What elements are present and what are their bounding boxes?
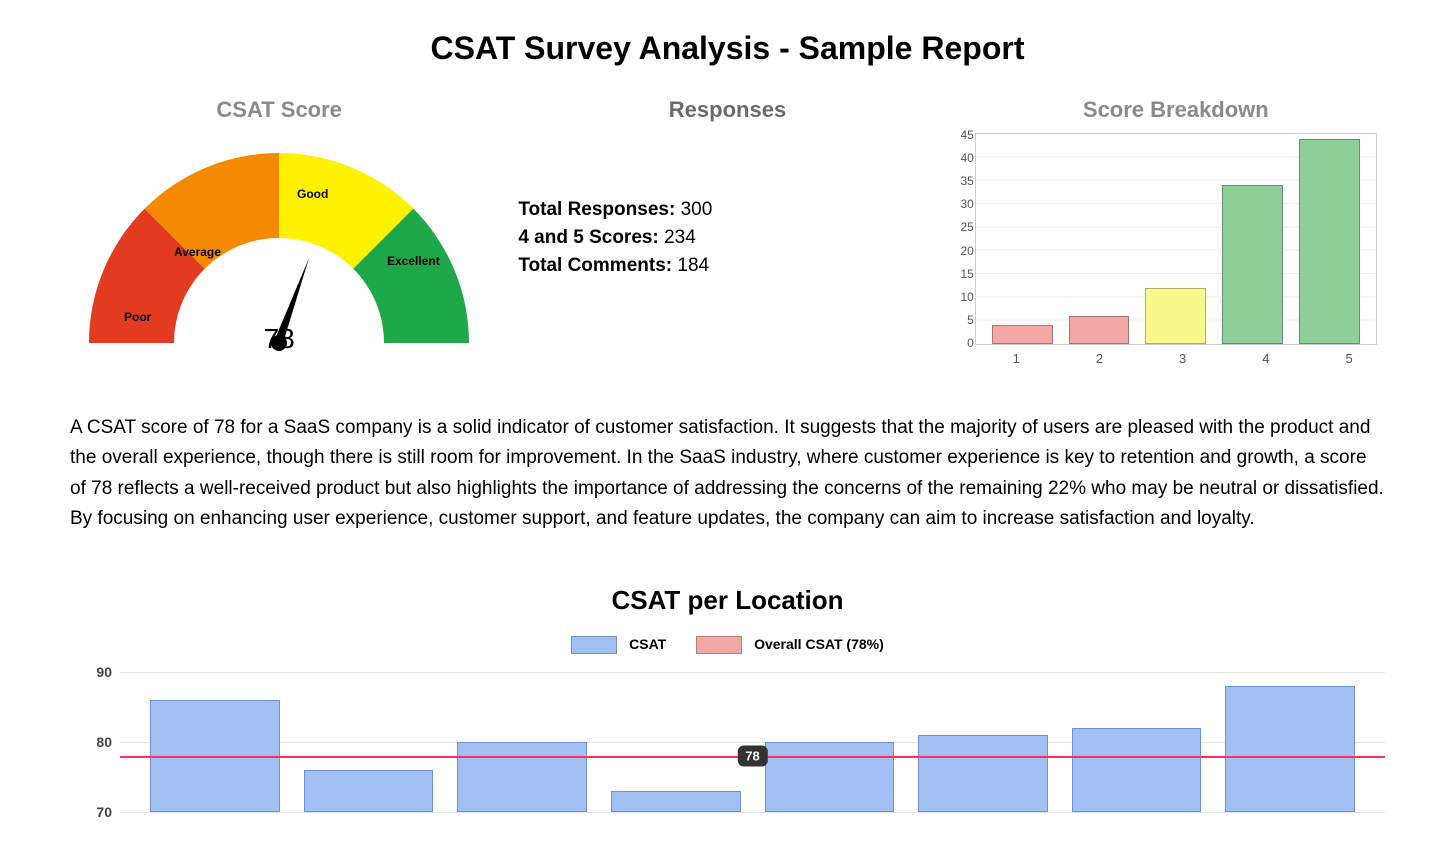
score-breakdown-chart: 454035302520151050 bbox=[975, 133, 1377, 345]
legend-swatch-red-icon bbox=[696, 636, 742, 654]
sb-x-tick: 2 bbox=[1066, 351, 1133, 366]
kv-label: 4 and 5 Scores: bbox=[518, 227, 658, 248]
report-page: { "title": "CSAT Survey Analysis - Sampl… bbox=[0, 0, 1455, 852]
sb-x-tick: 4 bbox=[1232, 351, 1299, 366]
sb-bar-3 bbox=[1145, 288, 1206, 344]
loc-bar-8 bbox=[1225, 686, 1355, 812]
sb-y-tick: 10 bbox=[946, 290, 974, 304]
loc-y-tick: 80 bbox=[82, 734, 112, 750]
csat-gauge: Poor Average Good Excellent 78 bbox=[79, 133, 479, 373]
legend-item-overall: Overall CSAT (78%) bbox=[696, 636, 884, 654]
loc-y-tick: 70 bbox=[82, 804, 112, 820]
sb-y-tick: 25 bbox=[946, 220, 974, 234]
gauge-score-value: 78 bbox=[79, 323, 479, 355]
sb-bar-1 bbox=[992, 325, 1053, 344]
gauge-label-average: Average bbox=[174, 245, 221, 259]
sb-y-tick: 5 bbox=[946, 313, 974, 327]
loc-bar-2 bbox=[304, 770, 434, 812]
gauge-label-good: Good bbox=[297, 187, 328, 201]
score-breakdown-panel: Score Breakdown 454035302520151050 1 2 3 4 5 bbox=[967, 97, 1385, 366]
location-title: CSAT per Location bbox=[70, 585, 1385, 616]
sb-y-tick: 40 bbox=[946, 151, 974, 165]
sb-bar-2 bbox=[1069, 316, 1130, 344]
kv-4-5-scores: 4 and 5 Scores: 234 bbox=[518, 227, 936, 249]
analysis-paragraph: A CSAT score of 78 for a SaaS company is… bbox=[70, 413, 1385, 535]
loc-bar-5 bbox=[765, 742, 895, 812]
location-legend: CSAT Overall CSAT (78%) bbox=[70, 636, 1385, 654]
loc-bar-4 bbox=[611, 791, 741, 812]
kv-total-responses: Total Responses: 300 bbox=[518, 199, 936, 221]
responses-title: Responses bbox=[518, 97, 936, 123]
gauge-title: CSAT Score bbox=[70, 97, 488, 123]
gauge-label-poor: Poor bbox=[124, 310, 152, 324]
responses-panel: Responses Total Responses: 300 4 and 5 S… bbox=[518, 97, 936, 283]
loc-y-tick: 90 bbox=[82, 664, 112, 680]
legend-label: CSAT bbox=[629, 636, 666, 652]
loc-bar-7 bbox=[1072, 728, 1202, 812]
sb-bars bbox=[976, 134, 1376, 344]
sb-y-tick: 15 bbox=[946, 267, 974, 281]
kv-total-comments: Total Comments: 184 bbox=[518, 255, 936, 277]
reference-badge: 78 bbox=[737, 745, 767, 766]
loc-bar-3 bbox=[457, 742, 587, 812]
legend-label: Overall CSAT (78%) bbox=[754, 636, 884, 652]
gauge-label-excellent: Excellent bbox=[387, 254, 440, 268]
sb-bar-5 bbox=[1299, 139, 1360, 344]
loc-bar-6 bbox=[918, 735, 1048, 812]
legend-swatch-blue-icon bbox=[571, 636, 617, 654]
sb-y-tick: 20 bbox=[946, 244, 974, 258]
top-panels: CSAT Score Poor Average Good Excellent 7 bbox=[70, 97, 1385, 373]
kv-value: 184 bbox=[677, 255, 709, 276]
sb-x-tick: 5 bbox=[1315, 351, 1382, 366]
loc-y-axis: 90 80 70 bbox=[82, 664, 112, 820]
legend-item-csat: CSAT bbox=[571, 636, 666, 654]
kv-label: Total Responses: bbox=[518, 199, 675, 220]
sb-y-tick: 35 bbox=[946, 174, 974, 188]
sb-y-tick: 30 bbox=[946, 197, 974, 211]
sb-x-tick: 1 bbox=[983, 351, 1050, 366]
page-title: CSAT Survey Analysis - Sample Report bbox=[70, 30, 1385, 67]
location-chart: 908070 78 bbox=[100, 672, 1385, 812]
sb-x-axis: 1 2 3 4 5 bbox=[967, 345, 1399, 366]
kv-value: 300 bbox=[681, 199, 713, 220]
sb-y-tick: 0 bbox=[946, 336, 974, 350]
sb-y-axis: 45 40 35 30 25 20 15 10 5 0 bbox=[946, 128, 974, 350]
sb-y-tick: 45 bbox=[946, 128, 974, 142]
score-breakdown-title: Score Breakdown bbox=[967, 97, 1385, 123]
kv-value: 234 bbox=[664, 227, 696, 248]
sb-bar-4 bbox=[1222, 185, 1283, 344]
kv-label: Total Comments: bbox=[518, 255, 672, 276]
loc-gridline bbox=[120, 812, 1385, 813]
gauge-panel: CSAT Score Poor Average Good Excellent 7 bbox=[70, 97, 488, 373]
loc-bars bbox=[120, 672, 1385, 812]
sb-x-tick: 3 bbox=[1149, 351, 1216, 366]
